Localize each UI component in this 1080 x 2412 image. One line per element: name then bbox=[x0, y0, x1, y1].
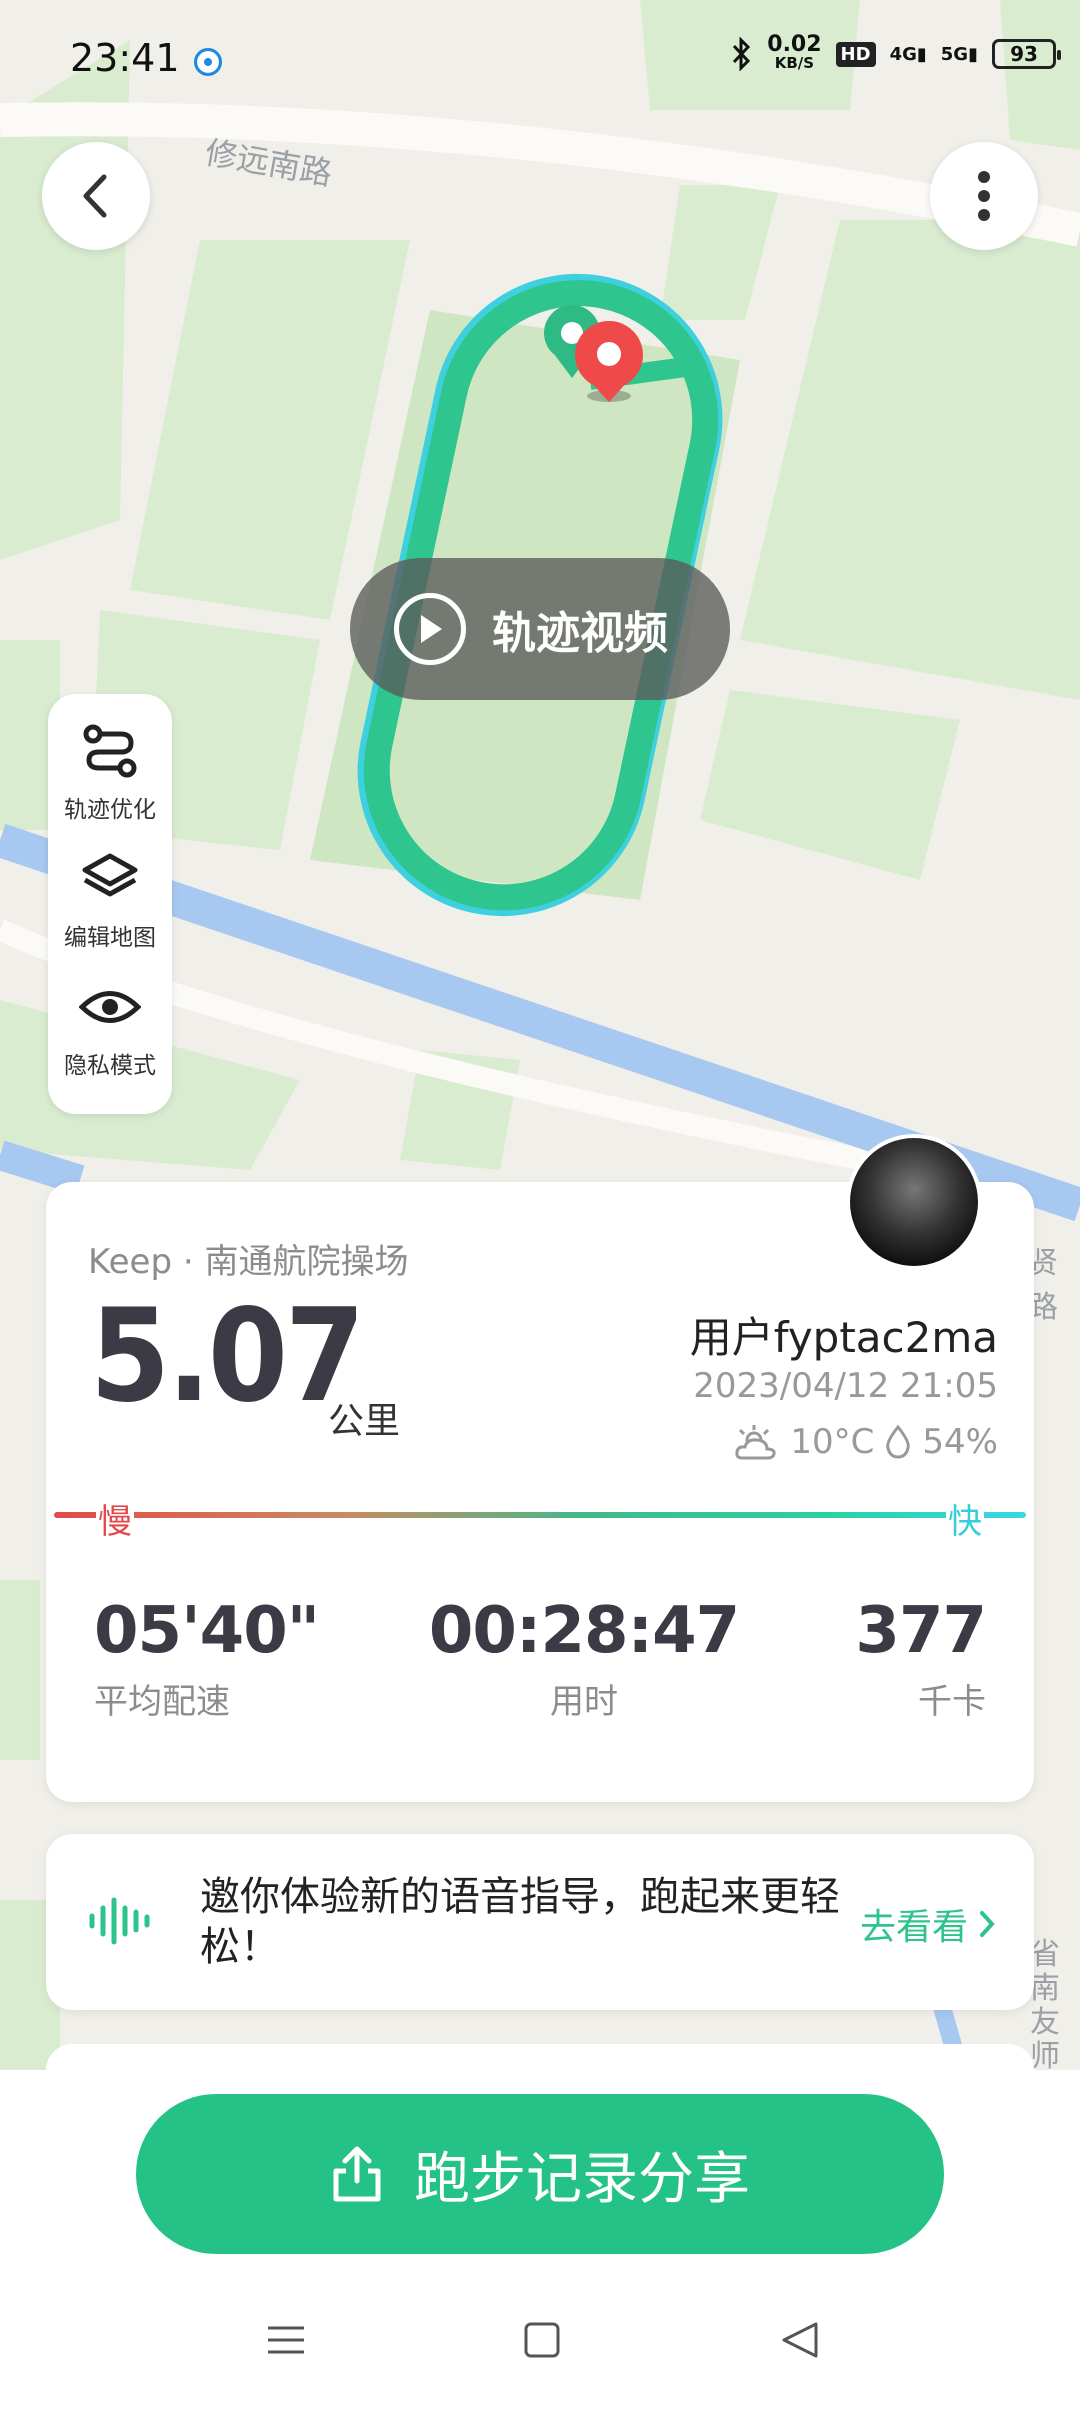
tool-track-optimize[interactable]: 轨迹优化 bbox=[48, 722, 172, 824]
net-speed: 0.02 KB/S bbox=[767, 32, 822, 73]
distance-unit: 公里 bbox=[328, 1401, 401, 1442]
tool-edit-map[interactable]: 编辑地图 bbox=[48, 850, 172, 952]
menu-icon bbox=[268, 2326, 304, 2354]
system-nav-bar bbox=[0, 2320, 1080, 2400]
road-label-right: 贤路 bbox=[1028, 1246, 1058, 1325]
tool-privacy-mode[interactable]: 隐私模式 bbox=[48, 978, 172, 1080]
share-run-button[interactable]: 跑步记录分享 bbox=[136, 2094, 944, 2254]
bottom-bar: 跑步记录分享 bbox=[0, 2070, 1080, 2412]
route-icon bbox=[83, 724, 137, 778]
run-summary-card: Keep · 南通航院操场 5.07 公里 用户fyptac2ma 2023/0… bbox=[46, 1182, 1034, 1802]
run-place: Keep · 南通航院操场 bbox=[88, 1242, 409, 1282]
play-icon bbox=[394, 593, 466, 665]
share-icon bbox=[333, 2146, 381, 2202]
stat-calories: 377 千卡 bbox=[855, 1594, 987, 1722]
temperature: 10°C bbox=[790, 1422, 875, 1462]
stat-avg-pace: 05'40" 平均配速 bbox=[94, 1594, 320, 1722]
track-video-button[interactable]: 轨迹视频 bbox=[350, 558, 730, 700]
app-notification-icon bbox=[194, 48, 222, 76]
battery-icon: 93 bbox=[992, 39, 1061, 69]
more-vertical-icon bbox=[978, 171, 990, 221]
track-video-label: 轨迹视频 bbox=[492, 608, 668, 659]
sound-wave-icon bbox=[89, 1897, 150, 1945]
voice-guide-text: 邀你体验新的语音指导，跑起来更轻松！ bbox=[200, 1874, 840, 1970]
home-nav-button[interactable] bbox=[522, 2320, 562, 2364]
run-datetime: 2023/04/12 21:05 bbox=[693, 1366, 998, 1406]
pace-fast-label: 快 bbox=[946, 1494, 984, 1543]
user-name: 用户fyptac2ma bbox=[689, 1313, 998, 1362]
partly-cloudy-icon bbox=[735, 1425, 777, 1460]
eye-icon bbox=[78, 991, 142, 1023]
chevron-left-icon bbox=[83, 174, 107, 218]
signal-4g-icon: 4G▮ bbox=[889, 43, 927, 65]
hd-badge: HD bbox=[835, 41, 876, 67]
map-tools-panel: 轨迹优化 编辑地图 隐私模式 bbox=[48, 694, 172, 1114]
back-button[interactable] bbox=[42, 142, 150, 250]
pace-gradient-bar bbox=[54, 1512, 1026, 1518]
stat-duration: 00:28:47 用时 bbox=[428, 1594, 740, 1722]
status-bar: 23:41 0.02 KB/S HD 4G▮ 5G▮ 93 bbox=[0, 0, 1080, 120]
road-label-bottom: 省南 友师 bbox=[1030, 1938, 1060, 2074]
distance-value: 5.07 bbox=[90, 1282, 365, 1431]
voice-guide-banner[interactable]: 邀你体验新的语音指导，跑起来更轻松！ 去看看 bbox=[46, 1834, 1034, 2010]
weather-info: 10°C 54% bbox=[734, 1422, 998, 1462]
back-triangle-icon bbox=[782, 2322, 818, 2358]
home-square-icon bbox=[524, 2322, 560, 2358]
bluetooth-icon bbox=[733, 37, 751, 71]
signal-5g-icon: 5G▮ bbox=[940, 43, 978, 65]
pace-slow-label: 慢 bbox=[96, 1494, 134, 1543]
menu-nav-button[interactable] bbox=[266, 2320, 306, 2364]
status-time: 23:41 bbox=[70, 36, 180, 80]
humidity-icon bbox=[886, 1424, 911, 1459]
layers-icon bbox=[82, 853, 138, 897]
more-button[interactable] bbox=[930, 142, 1038, 250]
back-nav-button[interactable] bbox=[780, 2320, 820, 2364]
avatar[interactable] bbox=[846, 1134, 982, 1270]
share-run-label: 跑步记录分享 bbox=[414, 2146, 750, 2212]
chevron-right-icon bbox=[980, 1911, 995, 1937]
voice-guide-link[interactable]: 去看看 bbox=[860, 1898, 996, 1950]
humidity: 54% bbox=[922, 1422, 998, 1462]
